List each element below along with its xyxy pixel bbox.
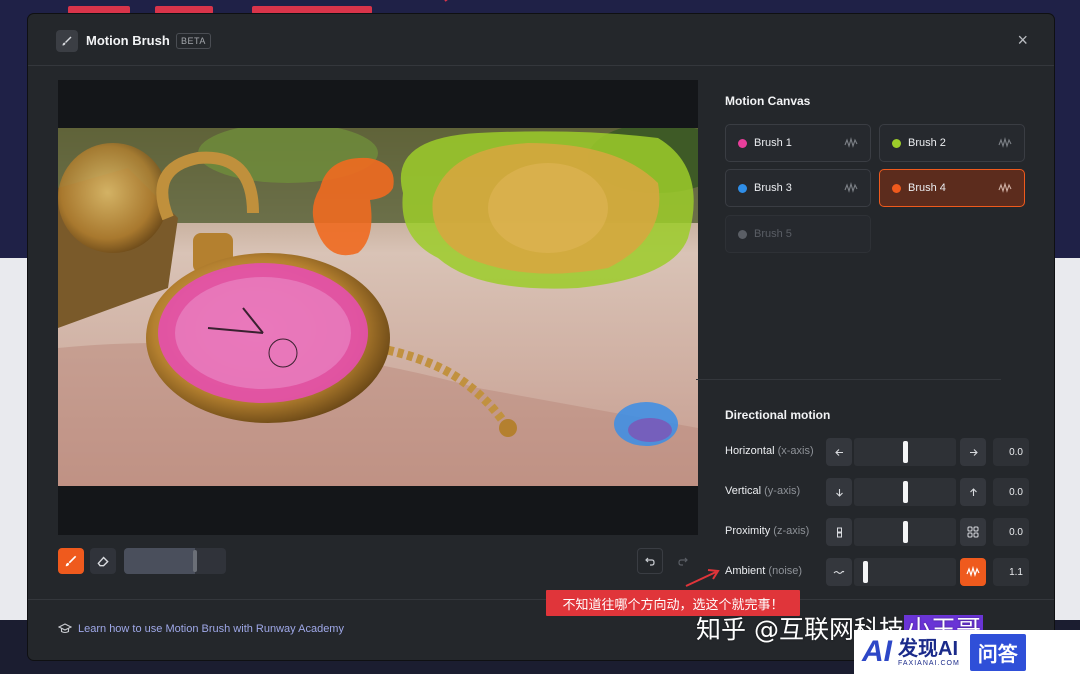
brush-2-card[interactable]: Brush 2 [879, 124, 1025, 162]
background-tab [68, 6, 130, 14]
vertical-slider-thumb[interactable] [903, 481, 908, 503]
academy-link-text[interactable]: Learn how to use Motion Brush with Runwa… [78, 623, 344, 635]
brush-4-color [892, 183, 901, 193]
horizontal-slider[interactable] [854, 438, 956, 466]
vertical-increase-button[interactable] [960, 478, 986, 506]
brush-5-color [738, 229, 747, 239]
ambient-motion-row: Ambient (noise) 1.1 [725, 558, 1030, 586]
motion-wave-icon [998, 137, 1012, 148]
brush-2-label: Brush 2 [908, 137, 946, 149]
ambient-increase-button[interactable] [960, 558, 986, 586]
motion-canvas-title: Motion Canvas [725, 94, 811, 108]
brush-2-color [892, 138, 901, 148]
directional-motion-title: Directional motion [725, 408, 831, 422]
brush-3-label: Brush 3 [754, 182, 792, 194]
faxianai-watermark: AI 发现AI FAXIANAI.COM 问答 [854, 630, 1080, 674]
modal-title: Motion Brush [86, 33, 170, 48]
brush-1-card[interactable]: Brush 1 [725, 124, 871, 162]
vertical-decrease-button[interactable] [826, 478, 852, 506]
background-side [1054, 258, 1080, 674]
arrow-left-icon [834, 448, 843, 456]
close-button[interactable]: × [1017, 30, 1028, 50]
proximity-slider-thumb[interactable] [903, 521, 908, 543]
brush-size-fill [124, 548, 196, 574]
motion-wave-icon [844, 182, 858, 193]
vertical-value[interactable]: 0.0 [993, 478, 1029, 506]
ambient-wave-icon [966, 566, 980, 578]
horizontal-increase-button[interactable] [960, 438, 986, 466]
faxianai-logo-icon: AI [862, 635, 892, 668]
background-side [0, 258, 28, 674]
arrow-right-icon [969, 448, 978, 456]
vertical-slider[interactable] [854, 478, 956, 506]
graduation-cap-icon [58, 623, 72, 634]
brush-3-card[interactable]: Brush 3 [725, 169, 871, 207]
background-tab [252, 6, 372, 14]
brush-4-label: Brush 4 [908, 182, 946, 194]
horizontal-motion-row: Horizontal (x-axis) 0.0 [725, 438, 1030, 466]
brush-1-color [738, 138, 747, 148]
annotation-arrow-icon [685, 569, 720, 587]
modal-header: Motion Brush BETA × [28, 14, 1054, 66]
brush-tool-button[interactable] [58, 548, 84, 574]
motion-brush-icon [56, 30, 78, 52]
source-image-pocket-watch [58, 128, 698, 486]
horizontal-value[interactable]: 0.0 [993, 438, 1029, 466]
brush-size-thumb[interactable] [193, 550, 198, 572]
arrow-down-icon [835, 488, 843, 497]
expand-icon [967, 526, 979, 538]
proximity-increase-button[interactable] [960, 518, 986, 546]
noise-wave-icon [833, 570, 845, 574]
undo-button[interactable] [637, 548, 663, 574]
footer-divider [28, 599, 1054, 600]
brush-4-card[interactable]: Brush 4 [879, 169, 1025, 207]
horizontal-slider-thumb[interactable] [903, 441, 908, 463]
proximity-motion-row: Proximity (z-axis) 0.0 [725, 518, 1030, 546]
proximity-decrease-button[interactable] [826, 518, 852, 546]
horizontal-label: Horizontal (x-axis) [725, 445, 814, 457]
brush-5-label: Brush 5 [754, 228, 792, 240]
ambient-value[interactable]: 1.1 [993, 558, 1029, 586]
academy-link[interactable]: Learn how to use Motion Brush with Runwa… [58, 623, 344, 635]
eraser-icon [97, 556, 109, 567]
undo-icon [645, 557, 655, 566]
vertical-label: Vertical (y-axis) [725, 485, 801, 497]
ambient-slider-thumb[interactable] [863, 561, 869, 583]
eraser-tool-button[interactable] [90, 548, 116, 574]
horizontal-decrease-button[interactable] [826, 438, 852, 466]
vertical-motion-row: Vertical (y-axis) 0.0 [725, 478, 1030, 506]
shrink-icon [836, 527, 842, 537]
motion-wave-icon [998, 182, 1012, 193]
brush-3-color [738, 183, 747, 193]
proximity-label: Proximity (z-axis) [725, 525, 810, 537]
ambient-decrease-button[interactable] [826, 558, 852, 586]
background-tab [155, 6, 213, 14]
brush-icon [65, 555, 77, 567]
ambient-slider[interactable] [854, 558, 956, 586]
ambient-label: Ambient (noise) [725, 565, 803, 577]
proximity-slider[interactable] [854, 518, 956, 546]
beta-badge: BETA [176, 33, 211, 49]
panel-divider [696, 379, 1001, 380]
motion-canvas-area[interactable] [58, 80, 698, 535]
brush-1-label: Brush 1 [754, 137, 792, 149]
proximity-value[interactable]: 0.0 [993, 518, 1029, 546]
motion-wave-icon [844, 137, 858, 148]
brush-5-card[interactable]: Brush 5 [725, 215, 871, 253]
arrow-up-icon [969, 487, 977, 496]
brush-size-slider[interactable] [124, 548, 226, 574]
